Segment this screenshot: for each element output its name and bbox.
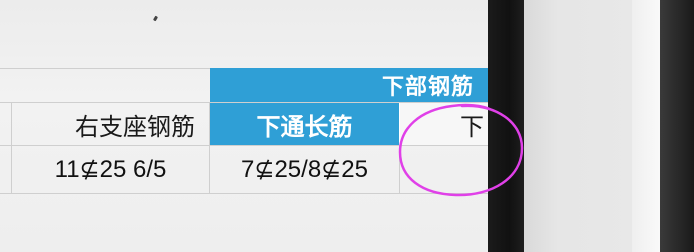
column-header-bottom-through[interactable]: 下通长筋 xyxy=(210,103,400,145)
group-header-bottom-rebar: 下部钢筋 xyxy=(210,68,488,102)
column-header-next[interactable]: 下 xyxy=(400,103,488,145)
screen-speck xyxy=(152,15,159,22)
grid-line xyxy=(0,68,210,69)
spreadsheet-screen: 下部钢筋 右支座钢筋 下通长筋 下 11⊈25 6/5 7⊈25/8⊈25 xyxy=(0,0,496,252)
table-cell[interactable] xyxy=(0,146,12,193)
cell-next[interactable] xyxy=(400,146,488,193)
column-header-cell[interactable] xyxy=(0,103,12,145)
cell-support-right[interactable]: 11⊈25 6/5 xyxy=(12,146,210,193)
background-panel xyxy=(632,0,662,252)
background-dark-edge xyxy=(660,0,694,252)
table-row: 11⊈25 6/5 7⊈25/8⊈25 xyxy=(0,146,488,194)
monitor-bezel xyxy=(488,0,524,252)
column-header-support-right[interactable]: 右支座钢筋 xyxy=(12,103,210,145)
column-header-row: 右支座钢筋 下通长筋 下 xyxy=(0,102,488,146)
cell-bottom-through[interactable]: 7⊈25/8⊈25 xyxy=(210,146,400,193)
